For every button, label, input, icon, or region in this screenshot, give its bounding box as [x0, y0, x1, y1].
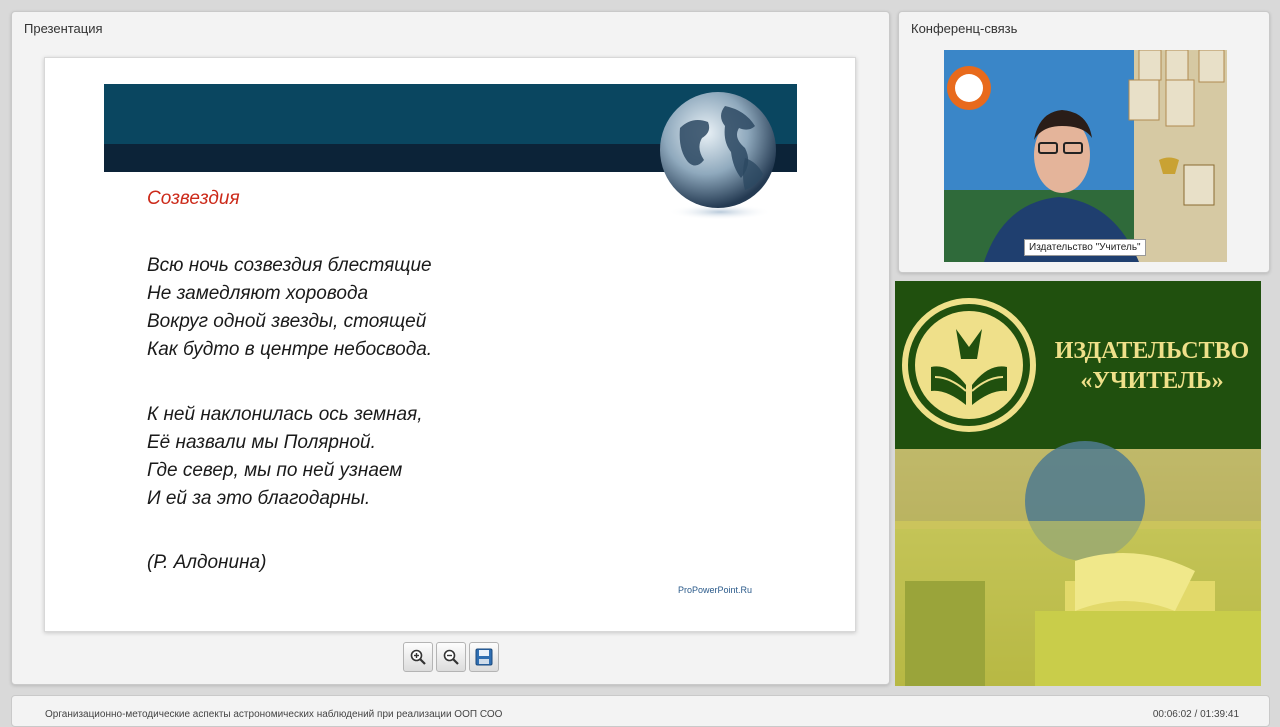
webcam-video[interactable]: Издательство "Учитель": [944, 50, 1227, 262]
publisher-logo-icon: [902, 298, 1036, 432]
playback-time: 00:06:02 / 01:39:41: [1152, 709, 1239, 720]
zoom-in-button[interactable]: [403, 642, 433, 672]
presentation-slide: Созвездия Всю ночь созвездия блестящие Н…: [44, 57, 856, 632]
publisher-name-line2: «УЧИТЕЛЬ»: [1080, 368, 1224, 394]
poem-line: К ней наклонилась ось земная,: [147, 404, 423, 425]
zoom-out-icon: [443, 649, 459, 665]
conference-panel-title: Конференц-связь: [911, 21, 1018, 36]
globe-image: [660, 92, 776, 220]
publisher-name-line1: ИЗДАТЕЛЬСТВО: [1054, 338, 1250, 364]
slide-heading: Созвездия: [147, 188, 240, 209]
publisher-name: ИЗДАТЕЛЬСТВО «УЧИТЕЛЬ»: [1047, 336, 1257, 396]
poem-stanza-2: К ней наклонилась ось земная, Её назвали…: [147, 401, 422, 513]
floppy-disk-icon: [475, 648, 493, 666]
poem-line: Её назвали мы Полярной.: [147, 432, 376, 453]
poem-line: И ей за это благодарны.: [147, 488, 371, 509]
zoom-in-icon: [410, 649, 426, 665]
save-button[interactable]: [469, 642, 499, 672]
poem-line: Не замедляют хоровода: [147, 283, 369, 304]
footer-bar: Организационно-методические аспекты астр…: [11, 695, 1270, 727]
poem-line: Всю ночь созвездия блестящие: [147, 255, 432, 276]
video-caption: Издательство "Учитель": [1024, 239, 1146, 256]
lecture-title: Организационно-методические аспекты астр…: [45, 709, 503, 720]
presentation-panel-title: Презентация: [24, 21, 103, 36]
presentation-panel: Презентация Созвездия Всю ночь созвездия…: [11, 11, 890, 685]
poem-stanza-1: Всю ночь созвездия блестящие Не замедляю…: [147, 252, 432, 364]
publisher-banner: ИЗДАТЕЛЬСТВО «УЧИТЕЛЬ»: [895, 281, 1261, 686]
poem-line: Вокруг одной звезды, стоящей: [147, 311, 427, 332]
slide-watermark: ProPowerPoint.Ru: [678, 585, 753, 595]
poem-line: Как будто в центре небосвода.: [147, 339, 433, 360]
webcam-image: [944, 50, 1227, 262]
conference-panel: Конференц-связь Издательство "Учитель": [898, 11, 1270, 273]
poem-line: Где север, мы по ней узнаем: [147, 460, 403, 481]
poem-author: (Р. Алдонина): [147, 552, 267, 573]
zoom-out-button[interactable]: [436, 642, 466, 672]
